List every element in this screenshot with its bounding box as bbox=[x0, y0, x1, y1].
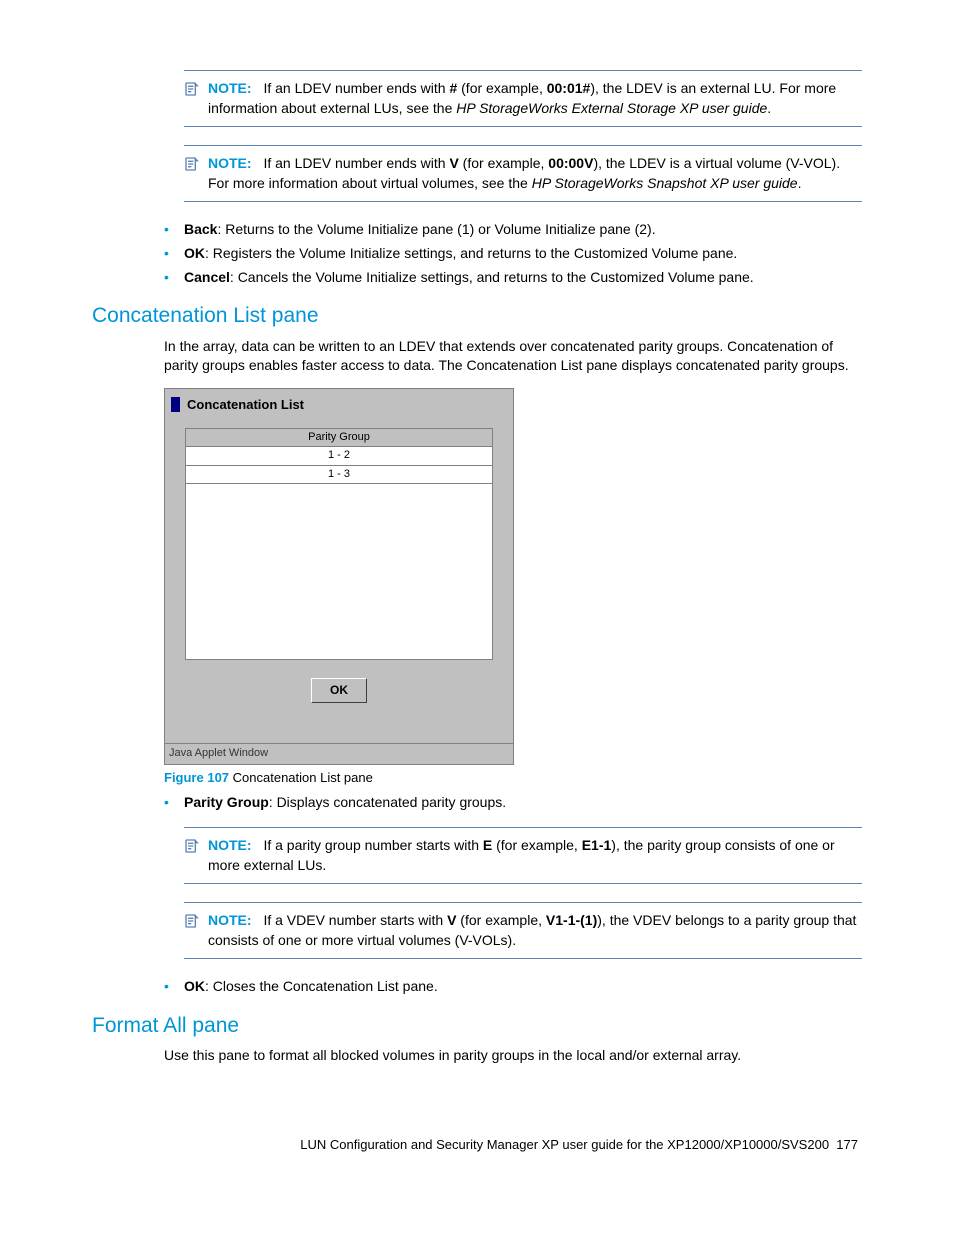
section-heading-format-all: Format All pane bbox=[92, 1011, 862, 1040]
note-text: NOTE: If a VDEV number starts with V (fo… bbox=[208, 911, 862, 950]
note-block: NOTE: If a VDEV number starts with V (fo… bbox=[184, 902, 862, 959]
concatenation-list-pane: Concatenation List Parity Group 1 - 2 1 … bbox=[164, 388, 514, 766]
table-row[interactable]: 1 - 2 bbox=[186, 447, 493, 465]
ok-button[interactable]: OK bbox=[311, 678, 367, 703]
list-item: OK: Closes the Concatenation List pane. bbox=[164, 977, 862, 997]
list-item: Cancel: Cancels the Volume Initialize se… bbox=[164, 268, 862, 288]
table-row[interactable]: 1 - 3 bbox=[186, 465, 493, 483]
note-icon bbox=[184, 913, 200, 929]
note-block: NOTE: If an LDEV number ends with V (for… bbox=[184, 145, 862, 202]
note-label: NOTE: bbox=[208, 837, 252, 853]
note-icon bbox=[184, 838, 200, 854]
list-item: Parity Group: Displays concatenated pari… bbox=[164, 793, 862, 813]
paragraph: In the array, data can be written to an … bbox=[164, 337, 862, 376]
pane-title: Concatenation List bbox=[187, 396, 304, 414]
column-header: Parity Group bbox=[186, 428, 493, 446]
note-block: NOTE: If an LDEV number ends with # (for… bbox=[184, 70, 862, 127]
note-text: NOTE: If an LDEV number ends with # (for… bbox=[208, 79, 862, 118]
list-item: Back: Returns to the Volume Initialize p… bbox=[164, 220, 862, 240]
page-footer: LUN Configuration and Security Manager X… bbox=[92, 1136, 862, 1154]
section-heading-concatenation: Concatenation List pane bbox=[92, 301, 862, 330]
note-icon bbox=[184, 81, 200, 97]
table-empty-area bbox=[185, 484, 493, 660]
note-block: NOTE: If a parity group number starts wi… bbox=[184, 827, 862, 884]
bullet-list: Parity Group: Displays concatenated pari… bbox=[164, 793, 862, 813]
paragraph: Use this pane to format all blocked volu… bbox=[164, 1046, 862, 1066]
status-bar: Java Applet Window bbox=[165, 743, 513, 764]
title-marker bbox=[171, 397, 180, 412]
note-text: NOTE: If an LDEV number ends with V (for… bbox=[208, 154, 862, 193]
list-item: OK: Registers the Volume Initialize sett… bbox=[164, 244, 862, 264]
note-label: NOTE: bbox=[208, 80, 252, 96]
note-label: NOTE: bbox=[208, 912, 252, 928]
bullet-list: Back: Returns to the Volume Initialize p… bbox=[164, 220, 862, 287]
parity-group-table: Parity Group 1 - 2 1 - 3 bbox=[185, 428, 493, 484]
bullet-list: OK: Closes the Concatenation List pane. bbox=[164, 977, 862, 997]
note-icon bbox=[184, 156, 200, 172]
note-text: NOTE: If a parity group number starts wi… bbox=[208, 836, 862, 875]
figure-caption: Figure 107 Concatenation List pane bbox=[164, 769, 862, 787]
note-label: NOTE: bbox=[208, 155, 252, 171]
